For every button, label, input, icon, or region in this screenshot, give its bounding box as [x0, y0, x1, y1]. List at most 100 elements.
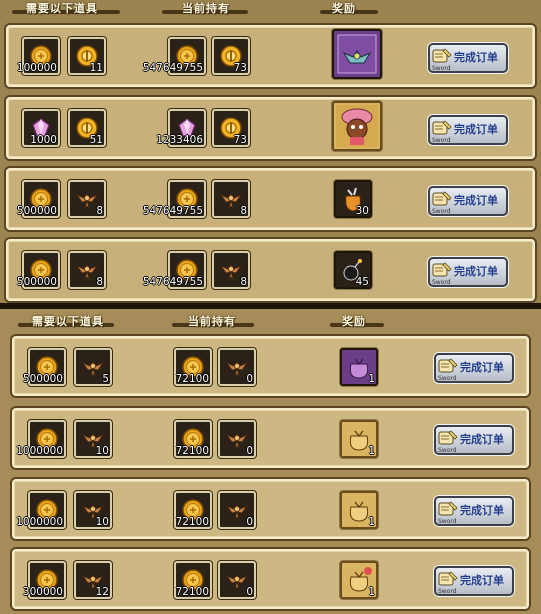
required-item-slot[interactable]: 100000 [17, 37, 60, 75]
required-count: 1000 [30, 134, 57, 146]
complete-order-button[interactable]: 完成订单 Sword [428, 186, 508, 216]
complete-order-button[interactable]: 完成订单 Sword [434, 496, 514, 526]
reward-count: 1 [368, 373, 375, 385]
complete-order-label: 完成订单 [460, 433, 504, 446]
held-count: 0 [246, 373, 253, 385]
header-reward: 奖励 [342, 315, 366, 328]
held-item-slot[interactable]: 8 [212, 180, 250, 218]
order-panel-bottom: 需要以下道具 当前持有 奖励 500000 5 72100 0 1 完成订单 S… [0, 309, 541, 614]
required-item-slot[interactable]: 500000 [17, 180, 60, 218]
required-count: 500000 [16, 276, 57, 288]
required-count: 8 [96, 276, 103, 288]
required-item-slot[interactable]: 12 [74, 561, 112, 599]
complete-order-button[interactable]: 完成订单 Sword [434, 566, 514, 596]
header-required-items: 需要以下道具 [32, 315, 104, 328]
held-count: 1233406 [156, 134, 203, 146]
reward-count: 1 [368, 516, 375, 528]
complete-order-button[interactable]: 完成订单 Sword [428, 43, 508, 73]
held-item-slot[interactable]: 72100 [174, 491, 212, 529]
order-panel-top: 需要以下道具 当前持有 奖励 100000 11 547649755 73 完成… [0, 0, 541, 303]
complete-order-button[interactable]: 完成订单 Sword [428, 115, 508, 145]
reward-item[interactable]: 1 [340, 348, 378, 386]
complete-order-label: 完成订单 [454, 194, 498, 207]
button-sub-label: Sword [432, 65, 451, 72]
held-item-slot[interactable]: 547649755 [143, 251, 206, 289]
held-item-slot[interactable]: 547649755 [143, 180, 206, 218]
required-item-slot[interactable]: 51 [68, 109, 106, 147]
reward-item[interactable]: 1 [340, 561, 378, 599]
required-item-slot[interactable]: 10 [74, 420, 112, 458]
reward-item[interactable] [332, 101, 382, 151]
quest-scroll-icon [437, 569, 459, 589]
reward-count: 1 [368, 445, 375, 457]
held-count: 72100 [175, 445, 209, 457]
held-item-slot[interactable]: 0 [218, 561, 256, 599]
header-reward: 奖励 [332, 2, 356, 15]
required-count: 51 [89, 134, 103, 146]
order-row: 500000 8 547649755 8 30 完成订单 Sword [6, 168, 535, 230]
header-required-items: 需要以下道具 [26, 2, 98, 15]
required-count: 8 [96, 205, 103, 217]
required-count: 300000 [22, 586, 63, 598]
required-item-slot[interactable]: 500000 [17, 251, 60, 289]
required-item-slot[interactable]: 8 [68, 180, 106, 218]
quest-scroll-icon [431, 260, 453, 280]
complete-order-label: 完成订单 [454, 123, 498, 136]
held-item-slot[interactable]: 8 [212, 251, 250, 289]
held-count: 547649755 [142, 62, 203, 74]
required-item-slot[interactable]: 1000000 [16, 420, 66, 458]
reward-item[interactable]: 1 [340, 420, 378, 458]
reward-item[interactable] [332, 29, 382, 79]
complete-order-button[interactable]: 完成订单 Sword [434, 353, 514, 383]
order-row: 1000 51 1233406 73 完成订单 Sword [6, 97, 535, 159]
held-count: 547649755 [142, 205, 203, 217]
held-item-slot[interactable]: 72100 [174, 561, 212, 599]
held-count: 72100 [175, 516, 209, 528]
header-current-held: 当前持有 [188, 315, 236, 328]
required-count: 5 [102, 373, 109, 385]
held-item-slot[interactable]: 72100 [174, 420, 212, 458]
held-count: 72100 [175, 586, 209, 598]
quest-scroll-icon [437, 356, 459, 376]
character-portrait-icon [336, 105, 378, 147]
held-count: 8 [240, 205, 247, 217]
quest-scroll-icon [437, 499, 459, 519]
button-sub-label: Sword [438, 375, 457, 382]
button-sub-label: Sword [438, 447, 457, 454]
required-item-slot[interactable]: 1000 [22, 109, 60, 147]
required-item-slot[interactable]: 5 [74, 348, 112, 386]
required-item-slot[interactable]: 8 [68, 251, 106, 289]
held-count: 0 [246, 516, 253, 528]
held-item-slot[interactable]: 73 [212, 109, 250, 147]
held-item-slot[interactable]: 0 [218, 348, 256, 386]
complete-order-button[interactable]: 完成订单 Sword [428, 257, 508, 287]
reward-item[interactable]: 45 [334, 251, 372, 289]
complete-order-button[interactable]: 完成订单 Sword [434, 425, 514, 455]
reward-count: 45 [355, 276, 369, 288]
held-item-slot[interactable]: 0 [218, 491, 256, 529]
required-item-slot[interactable]: 1000000 [16, 491, 66, 529]
held-item-slot[interactable]: 547649755 [143, 37, 206, 75]
required-count: 10 [95, 516, 109, 528]
held-item-slot[interactable]: 0 [218, 420, 256, 458]
reward-count: 30 [355, 205, 369, 217]
required-item-slot[interactable]: 500000 [23, 348, 66, 386]
required-count: 1000000 [16, 516, 63, 528]
reward-count: 1 [368, 586, 375, 598]
held-count: 73 [233, 62, 247, 74]
required-count: 500000 [22, 373, 63, 385]
reward-item[interactable]: 30 [334, 180, 372, 218]
held-item-slot[interactable]: 1233406 [156, 109, 206, 147]
complete-order-label: 完成订单 [460, 361, 504, 374]
held-count: 547649755 [142, 276, 203, 288]
held-item-slot[interactable]: 72100 [174, 348, 212, 386]
reward-item[interactable]: 1 [340, 491, 378, 529]
order-row: 300000 12 72100 0 1 完成订单 Sword [12, 549, 529, 609]
required-item-slot[interactable]: 11 [68, 37, 106, 75]
held-item-slot[interactable]: 73 [212, 37, 250, 75]
quest-scroll-icon [437, 428, 459, 448]
required-item-slot[interactable]: 300000 [23, 561, 66, 599]
quest-scroll-icon [431, 118, 453, 138]
header-current-held: 当前持有 [182, 2, 230, 15]
required-item-slot[interactable]: 10 [74, 491, 112, 529]
